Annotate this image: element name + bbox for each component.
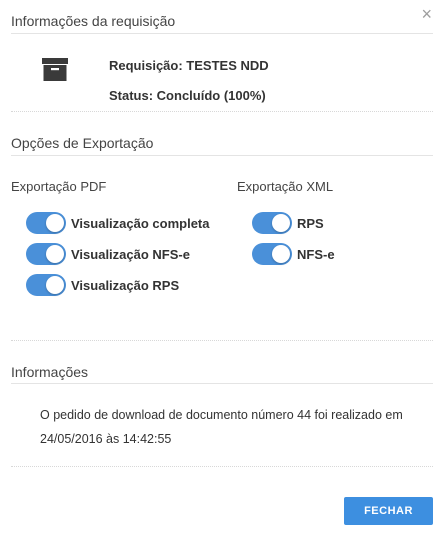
divider xyxy=(11,466,433,467)
export-options-title: Opções de Exportação xyxy=(11,135,154,151)
toggle-knob xyxy=(46,245,64,263)
toggle-row-xml-rps: RPS xyxy=(252,212,324,234)
close-icon[interactable]: × xyxy=(421,5,432,23)
divider xyxy=(11,111,433,112)
toggle-label: NFS-e xyxy=(297,246,335,262)
toggle-row-pdf-completa: Visualização completa xyxy=(26,212,210,234)
toggle-knob xyxy=(272,214,290,232)
divider xyxy=(11,340,433,341)
toggle-label: Visualização completa xyxy=(71,215,210,231)
toggle-label: Visualização NFS-e xyxy=(71,246,190,262)
xml-export-title: Exportação XML xyxy=(237,179,334,194)
requisicao-label: Requisição: TESTES NDD xyxy=(109,58,269,73)
toggle-label: Visualização RPS xyxy=(71,277,180,293)
toggle-label: RPS xyxy=(297,215,324,231)
toggle-knob xyxy=(46,214,64,232)
info-message: O pedido de download de documento número… xyxy=(40,408,403,446)
toggle-switch-visualizacao-rps[interactable] xyxy=(26,274,66,296)
toggle-switch-xml-nfse[interactable] xyxy=(252,243,292,265)
fechar-button[interactable]: FECHAR xyxy=(344,497,433,525)
toggle-row-pdf-nfse: Visualização NFS-e xyxy=(26,243,190,265)
divider xyxy=(11,383,433,384)
toggle-knob xyxy=(46,276,64,294)
toggle-row-xml-nfse: NFS-e xyxy=(252,243,335,265)
request-info-title: Informações da requisição xyxy=(11,13,176,29)
status-label: Status: Concluído (100%) xyxy=(109,88,266,103)
toggle-row-pdf-rps: Visualização RPS xyxy=(26,274,179,296)
divider xyxy=(11,33,433,34)
divider xyxy=(11,155,433,156)
toggle-switch-xml-rps[interactable] xyxy=(252,212,292,234)
informacoes-title: Informações xyxy=(11,364,89,380)
archive-box-icon xyxy=(42,58,68,81)
toggle-switch-visualizacao-nfse[interactable] xyxy=(26,243,66,265)
toggle-switch-visualizacao-completa[interactable] xyxy=(26,212,66,234)
toggle-knob xyxy=(272,245,290,263)
pdf-export-title: Exportação PDF xyxy=(11,179,107,194)
